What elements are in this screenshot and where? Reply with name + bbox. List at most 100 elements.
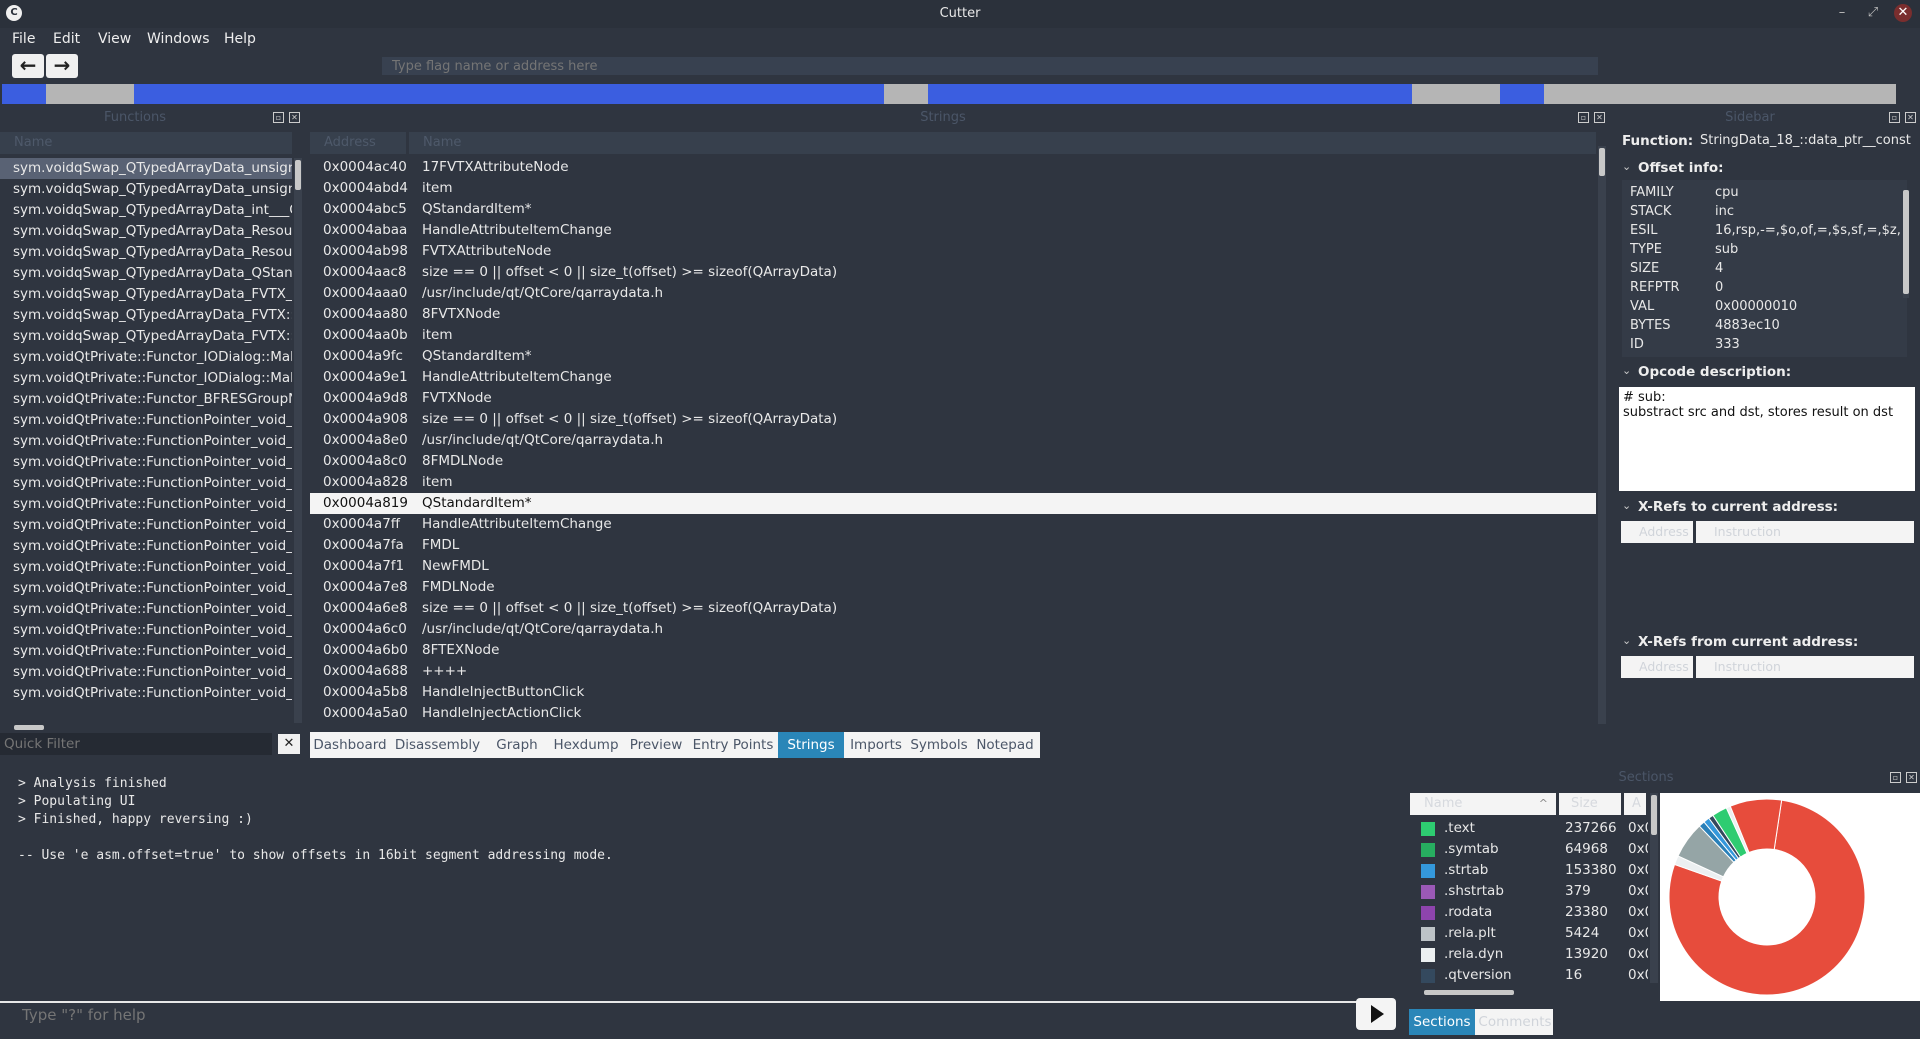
string-row[interactable]: 0x0004ac40 17FVTXAttributeNode bbox=[310, 157, 1596, 178]
menu-help[interactable]: Help bbox=[224, 31, 256, 47]
sort-asc-icon[interactable]: ^ bbox=[1539, 793, 1548, 815]
functions-column-header[interactable]: Name bbox=[0, 132, 292, 154]
forward-arrow-icon[interactable]: → bbox=[46, 54, 78, 78]
console-input[interactable] bbox=[8, 1004, 1348, 1026]
close-window-icon[interactable]: ✕ bbox=[1894, 4, 1912, 22]
string-row[interactable]: 0x0004abd4 item bbox=[310, 178, 1596, 199]
section-row[interactable]: .strtab 153380 0x0 bbox=[1412, 860, 1648, 881]
tab-notepad[interactable]: Notepad bbox=[973, 732, 1037, 758]
string-row[interactable]: 0x0004a5a0 HandleInjectActionClick bbox=[310, 703, 1596, 722]
string-row[interactable]: 0x0004a5b8 HandleInjectButtonClick bbox=[310, 682, 1596, 703]
chevron-down-icon[interactable]: ⌄ bbox=[1622, 499, 1631, 512]
string-row[interactable]: 0x0004ab98 FVTXAttributeNode bbox=[310, 241, 1596, 262]
string-row[interactable]: 0x0004abaa HandleAttributeItemChange bbox=[310, 220, 1596, 241]
tab-hexdump[interactable]: Hexdump bbox=[549, 732, 623, 758]
menu-edit[interactable]: Edit bbox=[53, 31, 80, 47]
xrefs-from-col-address[interactable]: Address bbox=[1621, 656, 1693, 678]
string-row[interactable]: 0x0004aac8 size == 0 || offset < 0 || siz… bbox=[310, 262, 1596, 283]
string-row[interactable]: 0x0004a7f1 NewFMDL bbox=[310, 556, 1596, 577]
sections-col-name[interactable]: Name ^ bbox=[1410, 793, 1556, 815]
string-row[interactable]: 0x0004a8c0 8FMDLNode bbox=[310, 451, 1596, 472]
address-input[interactable] bbox=[382, 57, 1598, 75]
string-row[interactable]: 0x0004a7ff HandleAttributeItemChange bbox=[310, 514, 1596, 535]
xrefs-to-col-instruction[interactable]: Instruction bbox=[1696, 521, 1914, 543]
minimize-icon[interactable]: – bbox=[1833, 4, 1851, 22]
string-row[interactable]: 0x0004a6b0 8FTEXNode bbox=[310, 640, 1596, 661]
functions-hscrollbar-thumb[interactable] bbox=[14, 725, 44, 730]
sections-scrollbar[interactable] bbox=[1650, 793, 1658, 983]
sections-hscrollbar-thumb[interactable] bbox=[1424, 990, 1514, 995]
strings-column-address[interactable]: Address bbox=[310, 132, 406, 154]
sections-scrollbar-thumb[interactable] bbox=[1651, 795, 1657, 835]
chevron-down-icon[interactable]: ⌄ bbox=[1622, 634, 1631, 647]
tab-comments[interactable]: Comments bbox=[1476, 1009, 1554, 1035]
tab-disassembly[interactable]: Disassembly bbox=[391, 732, 484, 758]
section-row[interactable]: .symtab 64968 0x0 bbox=[1412, 839, 1648, 860]
menu-file[interactable]: File bbox=[12, 31, 35, 47]
close-panel-icon[interactable]: ✕ bbox=[1594, 112, 1605, 123]
string-row[interactable]: 0x0004abc5 QStandardItem* bbox=[310, 199, 1596, 220]
clear-filter-icon[interactable]: ✕ bbox=[278, 734, 300, 754]
string-row[interactable]: 0x0004aa0b item bbox=[310, 325, 1596, 346]
close-panel-icon[interactable]: ✕ bbox=[1906, 772, 1917, 783]
string-row[interactable]: 0x0004a908 size == 0 || offset < 0 || siz… bbox=[310, 409, 1596, 430]
float-panel-icon[interactable]: ▫ bbox=[1578, 112, 1589, 123]
chevron-down-icon[interactable]: ⌄ bbox=[1622, 160, 1631, 173]
tab-symbols[interactable]: Symbols bbox=[909, 732, 969, 758]
section-row[interactable]: .qtversion 16 0x0 bbox=[1412, 965, 1648, 986]
tab-graph[interactable]: Graph bbox=[489, 732, 545, 758]
tab-entry-points[interactable]: Entry Points bbox=[690, 732, 776, 758]
chevron-down-icon[interactable]: ⌄ bbox=[1622, 364, 1631, 377]
string-row[interactable]: 0x0004a9e1 HandleAttributeItemChange bbox=[310, 367, 1596, 388]
float-panel-icon[interactable]: ▫ bbox=[1890, 772, 1901, 783]
sections-col-size[interactable]: Size bbox=[1559, 793, 1621, 815]
string-row[interactable]: 0x0004a819 QStandardItem* bbox=[310, 493, 1596, 514]
opcode-description-header[interactable]: Opcode description: bbox=[1638, 364, 1791, 380]
string-row[interactable]: 0x0004a828 item bbox=[310, 472, 1596, 493]
string-address: 0x0004aa0b bbox=[323, 327, 408, 343]
xrefs-to-header[interactable]: X-Refs to current address: bbox=[1638, 499, 1838, 515]
menu-windows[interactable]: Windows bbox=[147, 31, 210, 47]
overview-bar[interactable] bbox=[2, 84, 1896, 104]
string-row[interactable]: 0x0004a8e0/usr/include/qt/QtCore/qarrayd… bbox=[310, 430, 1596, 451]
string-row[interactable]: 0x0004a9fc QStandardItem* bbox=[310, 346, 1596, 367]
tab-imports[interactable]: Imports bbox=[848, 732, 904, 758]
float-panel-icon[interactable]: ▫ bbox=[1889, 112, 1900, 123]
string-row[interactable]: 0x0004a7e8 FMDLNode bbox=[310, 577, 1596, 598]
menu-view[interactable]: View bbox=[98, 31, 131, 47]
offset-info-scrollbar-thumb[interactable] bbox=[1903, 190, 1909, 294]
tab-sections[interactable]: Sections bbox=[1409, 1009, 1475, 1035]
xrefs-from-header[interactable]: X-Refs from current address: bbox=[1638, 634, 1858, 650]
string-row[interactable]: 0x0004aa80 8FVTXNode bbox=[310, 304, 1596, 325]
section-row[interactable]: .text 237266 0x0 bbox=[1412, 818, 1648, 839]
xrefs-from-col-instruction[interactable]: Instruction bbox=[1696, 656, 1914, 678]
xrefs-to-col-address[interactable]: Address bbox=[1621, 521, 1693, 543]
section-row[interactable]: .rela.plt 5424 0x0 bbox=[1412, 923, 1648, 944]
string-row[interactable]: 0x0004a6c0/usr/include/qt/QtCore/qarrayd… bbox=[310, 619, 1596, 640]
section-row[interactable]: .rodata 23380 0x0 bbox=[1412, 902, 1648, 923]
section-row[interactable]: .rela.dyn 13920 0x0 bbox=[1412, 944, 1648, 965]
maximize-icon[interactable]: ⤢ bbox=[1864, 4, 1882, 22]
run-command-button[interactable] bbox=[1356, 998, 1396, 1030]
tab-preview[interactable]: Preview bbox=[626, 732, 686, 758]
sections-col-address[interactable]: A bbox=[1624, 793, 1646, 815]
offset-info-scrollbar[interactable] bbox=[1903, 190, 1909, 298]
string-address: 0x0004a9d8 bbox=[323, 390, 408, 406]
strings-scrollbar-thumb[interactable] bbox=[1599, 148, 1605, 176]
string-row[interactable]: 0x0004a6e8 size == 0 || offset < 0 || siz… bbox=[310, 598, 1596, 619]
strings-column-name[interactable]: Name bbox=[409, 132, 1596, 154]
quick-filter-input[interactable] bbox=[0, 733, 272, 755]
float-panel-icon[interactable]: ▫ bbox=[273, 112, 284, 123]
back-arrow-icon[interactable]: ← bbox=[12, 54, 44, 78]
close-panel-icon[interactable]: ✕ bbox=[289, 112, 300, 123]
string-row[interactable]: 0x0004a9d8 FVTXNode bbox=[310, 388, 1596, 409]
string-row[interactable]: 0x0004a7fa FMDL bbox=[310, 535, 1596, 556]
close-panel-icon[interactable]: ✕ bbox=[1905, 112, 1916, 123]
tab-dashboard[interactable]: Dashboard bbox=[312, 732, 388, 758]
string-row[interactable]: 0x0004a688 ++++ bbox=[310, 661, 1596, 682]
tab-strings[interactable]: Strings bbox=[778, 732, 844, 758]
offset-info-header[interactable]: Offset info: bbox=[1638, 160, 1724, 176]
strings-scrollbar[interactable] bbox=[1598, 146, 1606, 724]
section-row[interactable]: .shstrtab 379 0x0 bbox=[1412, 881, 1648, 902]
string-row[interactable]: 0x0004aaa0/usr/include/qt/QtCore/qarrayd… bbox=[310, 283, 1596, 304]
